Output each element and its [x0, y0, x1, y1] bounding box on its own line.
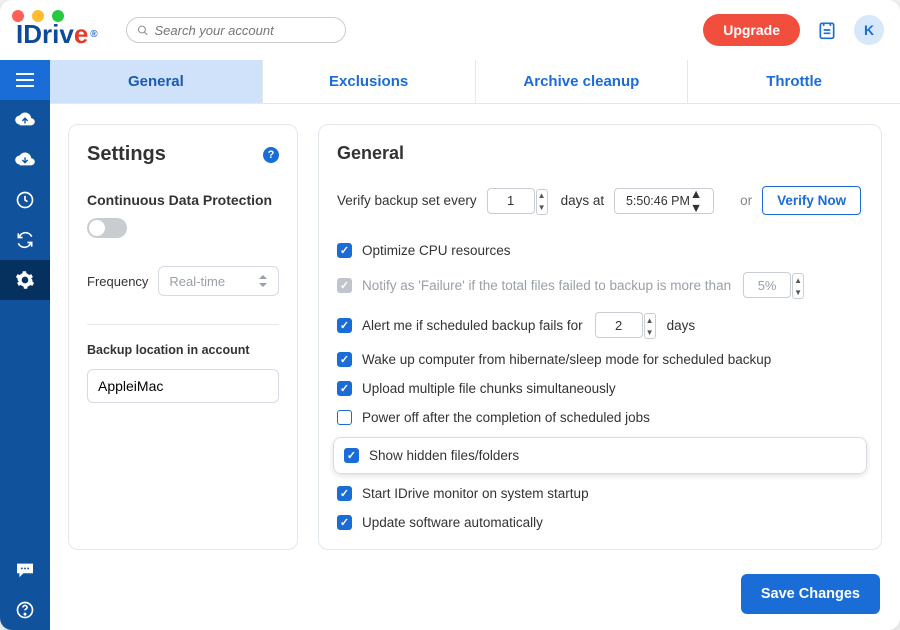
verify-mid: days at — [561, 193, 605, 208]
search-box[interactable] — [126, 17, 346, 43]
user-avatar[interactable]: K — [854, 15, 884, 45]
checkbox-upload-chunks[interactable] — [337, 381, 352, 396]
option-upload-chunks: Upload multiple file chunks simultaneous… — [337, 381, 863, 396]
sidebar-item-settings[interactable] — [0, 260, 50, 300]
tab-archive-cleanup[interactable]: Archive cleanup — [476, 60, 689, 103]
checkbox-notify-failure[interactable] — [337, 278, 352, 293]
stepper-icon[interactable]: ▲▼ — [536, 189, 548, 215]
sidebar-item-chat[interactable] — [0, 550, 50, 590]
save-changes-button[interactable]: Save Changes — [741, 574, 880, 614]
frequency-select[interactable]: Real-time — [158, 266, 279, 296]
general-panel: General Verify backup set every 1 ▲▼ day… — [318, 124, 882, 550]
chat-icon — [15, 562, 35, 578]
app-window: IDrive® Upgrade K — [0, 0, 900, 630]
settings-help-icon[interactable]: ? — [263, 147, 279, 163]
checkbox-show-hidden[interactable] — [344, 448, 359, 463]
verify-time-input[interactable]: 5:50:46 PM ▲▼ — [614, 188, 714, 214]
cdp-toggle[interactable] — [87, 218, 127, 238]
title-bar-right: Upgrade K — [703, 14, 884, 46]
frequency-value: Real-time — [169, 274, 225, 289]
option-wake-computer: Wake up computer from hibernate/sleep mo… — [337, 352, 863, 367]
search-input[interactable] — [154, 23, 334, 38]
tab-bar: General Exclusions Archive cleanup Throt… — [50, 60, 900, 104]
general-title: General — [337, 143, 863, 164]
main: General Exclusions Archive cleanup Throt… — [50, 60, 900, 630]
title-bar: IDrive® Upgrade K — [0, 0, 900, 60]
checkbox-alert-fail-days[interactable] — [337, 318, 352, 333]
frequency-label: Frequency — [87, 274, 148, 289]
help-icon — [15, 600, 35, 620]
verify-now-button[interactable]: Verify Now — [762, 186, 861, 215]
sidebar-item-help[interactable] — [0, 590, 50, 630]
stepper-icon[interactable]: ▲▼ — [690, 187, 702, 215]
maximize-window-icon[interactable] — [52, 10, 64, 22]
sidebar-menu-toggle[interactable] — [0, 60, 50, 100]
verify-days-input[interactable]: 1 ▲▼ — [487, 188, 535, 214]
options-list: Optimize CPU resources Notify as 'Failur… — [337, 243, 863, 530]
checkbox-auto-update[interactable] — [337, 515, 352, 530]
brand-logo: IDrive® — [16, 19, 98, 50]
checkbox-optimize-cpu[interactable] — [337, 243, 352, 258]
checkbox-power-off[interactable] — [337, 410, 352, 425]
option-power-off: Power off after the completion of schedu… — [337, 410, 863, 425]
search-icon — [137, 24, 149, 37]
minimize-window-icon[interactable] — [32, 10, 44, 22]
alert-days-input[interactable]: 2 ▲▼ — [595, 312, 643, 338]
footer: Save Changes — [50, 564, 900, 630]
option-optimize-cpu: Optimize CPU resources — [337, 243, 863, 258]
option-auto-update: Update software automatically — [337, 515, 863, 530]
option-alert-fail-days: Alert me if scheduled backup fails for 2… — [337, 312, 863, 338]
option-show-hidden: Show hidden files/folders — [333, 437, 867, 474]
settings-title: Settings — [87, 143, 166, 166]
sidebar — [0, 60, 50, 630]
checkbox-wake-computer[interactable] — [337, 352, 352, 367]
tab-exclusions[interactable]: Exclusions — [263, 60, 476, 103]
option-start-monitor: Start IDrive monitor on system startup — [337, 486, 863, 501]
backup-location-input[interactable] — [87, 369, 279, 403]
cloud-up-icon — [14, 112, 36, 128]
verify-or: or — [740, 193, 752, 208]
chevron-updown-icon — [258, 275, 268, 287]
app-body: General Exclusions Archive cleanup Throt… — [0, 60, 900, 630]
checkbox-start-monitor[interactable] — [337, 486, 352, 501]
stepper-icon[interactable]: ▲▼ — [792, 273, 804, 299]
upgrade-button[interactable]: Upgrade — [703, 14, 800, 46]
brand-name: IDriv — [16, 19, 74, 50]
lock-icon: e — [74, 19, 88, 50]
content: Settings ? Continuous Data Protection Fr… — [50, 104, 900, 564]
sidebar-item-scheduler[interactable] — [0, 180, 50, 220]
sync-icon — [15, 230, 35, 250]
cloud-down-icon — [14, 152, 36, 168]
window-controls — [12, 10, 64, 22]
clock-icon — [15, 190, 35, 210]
settings-side-panel: Settings ? Continuous Data Protection Fr… — [68, 124, 298, 550]
menu-icon — [16, 73, 34, 87]
notify-threshold-input[interactable]: 5% ▲▼ — [743, 272, 791, 298]
tab-throttle[interactable]: Throttle — [688, 60, 900, 103]
sidebar-item-sync[interactable] — [0, 220, 50, 260]
stepper-icon[interactable]: ▲▼ — [644, 313, 656, 339]
cdp-label: Continuous Data Protection — [87, 192, 279, 208]
option-notify-failure: Notify as 'Failure' if the total files f… — [337, 272, 863, 298]
brand-reg: ® — [90, 29, 97, 40]
backup-location-label: Backup location in account — [87, 343, 279, 357]
sidebar-item-backup[interactable] — [0, 100, 50, 140]
close-window-icon[interactable] — [12, 10, 24, 22]
sidebar-item-restore[interactable] — [0, 140, 50, 180]
gear-icon — [15, 270, 35, 290]
activity-log-icon[interactable] — [816, 19, 838, 41]
verify-prefix: Verify backup set every — [337, 193, 477, 208]
verify-row: Verify backup set every 1 ▲▼ days at 5:5… — [337, 186, 863, 215]
tab-general[interactable]: General — [50, 60, 263, 103]
